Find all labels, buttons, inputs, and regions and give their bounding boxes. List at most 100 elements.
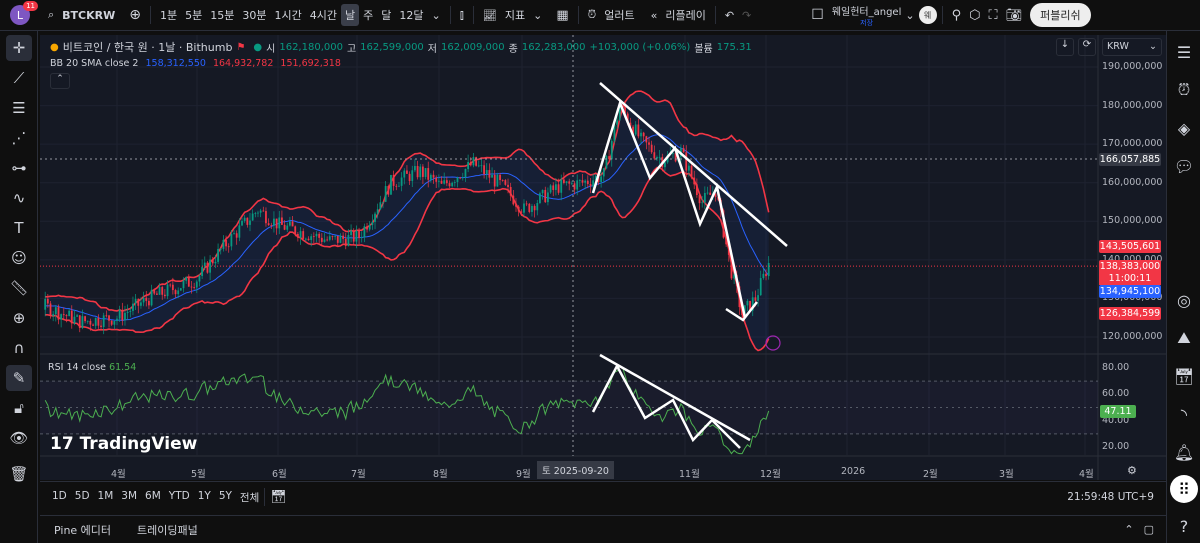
- rsi-tag: 47.11: [1100, 405, 1136, 418]
- candle: [249, 220, 251, 225]
- sync-icon[interactable]: ⟳: [1078, 38, 1096, 56]
- candle: [355, 230, 358, 242]
- candle: [187, 277, 190, 287]
- candle: [374, 213, 376, 222]
- candle: [427, 168, 430, 180]
- range-7[interactable]: 5Y: [219, 490, 232, 505]
- low-label: 저: [427, 43, 437, 55]
- volume-value: 175.31: [716, 41, 752, 53]
- candle: [437, 180, 440, 182]
- candle: [235, 233, 238, 238]
- maximize-icon[interactable]: ▢: [1144, 523, 1154, 536]
- watermark-text: TradingView: [79, 434, 198, 454]
- candle: [382, 201, 384, 203]
- candle: [259, 210, 262, 213]
- candle: [289, 221, 291, 226]
- candle: [217, 248, 219, 262]
- scroll-down-icon[interactable]: ↓: [1056, 38, 1074, 56]
- range-8[interactable]: 전체: [240, 490, 259, 505]
- range-1[interactable]: 5D: [75, 490, 90, 505]
- candle: [703, 192, 706, 203]
- candle: [360, 237, 363, 239]
- candle: [515, 204, 517, 207]
- candle: [201, 266, 204, 277]
- time-axis-label: 2026: [841, 466, 866, 477]
- range-5[interactable]: YTD: [169, 490, 190, 505]
- candle: [440, 180, 443, 184]
- candle: [89, 320, 92, 325]
- candle: [121, 309, 124, 321]
- time-axis-label: 12월: [760, 469, 781, 480]
- candle: [251, 213, 254, 221]
- candle: [429, 174, 432, 180]
- trading-panel-tab[interactable]: 트레이딩패널: [137, 522, 198, 538]
- candle: [395, 185, 398, 187]
- bb-legend[interactable]: BB 20 SMA close 2 158,312,550 164,932,78…: [50, 58, 752, 69]
- candle: [499, 174, 501, 181]
- candle: [246, 217, 249, 225]
- candle: [759, 278, 762, 296]
- candle: [480, 165, 483, 167]
- range-4[interactable]: 6M: [145, 490, 161, 505]
- candle: [323, 239, 326, 242]
- candle: [262, 210, 265, 212]
- candle: [403, 170, 406, 178]
- time-axis-label: 6월: [272, 469, 287, 480]
- candle: [451, 182, 454, 187]
- range-2[interactable]: 1M: [98, 490, 114, 505]
- price-axis-label: 160,000,000: [1102, 176, 1163, 188]
- candle: [467, 162, 470, 170]
- candle: [488, 170, 491, 178]
- candle: [193, 287, 196, 288]
- candle: [384, 186, 387, 202]
- candle: [304, 238, 307, 240]
- candle: [549, 185, 552, 193]
- candle: [501, 180, 504, 181]
- candle: [60, 314, 63, 320]
- chevron-up-icon[interactable]: ⌃: [1124, 523, 1133, 536]
- candle: [557, 184, 560, 193]
- candle: [448, 183, 451, 187]
- candle: [169, 284, 172, 286]
- candle: [544, 189, 547, 203]
- candle: [701, 202, 704, 204]
- candle: [387, 186, 390, 195]
- candle: [132, 303, 134, 311]
- candle: [512, 195, 515, 205]
- candle: [645, 136, 648, 143]
- candle: [209, 259, 211, 273]
- candle: [432, 174, 435, 178]
- candle: [483, 165, 485, 175]
- candle: [286, 225, 289, 230]
- candle: [233, 233, 235, 235]
- candle: [195, 281, 198, 288]
- candle: [352, 230, 355, 242]
- high-label: 고: [346, 43, 357, 55]
- candle: [653, 152, 656, 159]
- range-6[interactable]: 1Y: [198, 490, 211, 505]
- candle: [398, 185, 400, 187]
- rsi-legend[interactable]: RSI 14 close 61.54: [48, 362, 136, 373]
- range-0[interactable]: 1D: [52, 490, 67, 505]
- candle: [746, 300, 749, 306]
- clock[interactable]: 21:59:48 UTC+9: [1067, 491, 1154, 503]
- candle: [171, 284, 174, 291]
- range-3[interactable]: 3M: [121, 490, 137, 505]
- candle: [634, 124, 637, 135]
- price-axis-label: 180,000,000: [1102, 99, 1163, 111]
- goto-date-icon[interactable]: 📅︎: [270, 490, 287, 505]
- candle: [211, 259, 214, 264]
- candle: [161, 287, 164, 295]
- candle: [650, 144, 653, 153]
- collapse-legend-button[interactable]: ⌃: [50, 73, 70, 89]
- pine-editor-tab[interactable]: Pine 에디터: [54, 522, 111, 538]
- candle: [698, 195, 701, 204]
- settings-icon[interactable]: ⚙: [1127, 464, 1137, 477]
- candle: [536, 203, 539, 211]
- currency-select[interactable]: KRW ⌄: [1102, 38, 1162, 56]
- candle: [179, 288, 182, 291]
- candle: [113, 321, 116, 325]
- candle: [560, 179, 563, 193]
- candle: [52, 314, 55, 316]
- flag-icon[interactable]: ⚑: [236, 42, 245, 53]
